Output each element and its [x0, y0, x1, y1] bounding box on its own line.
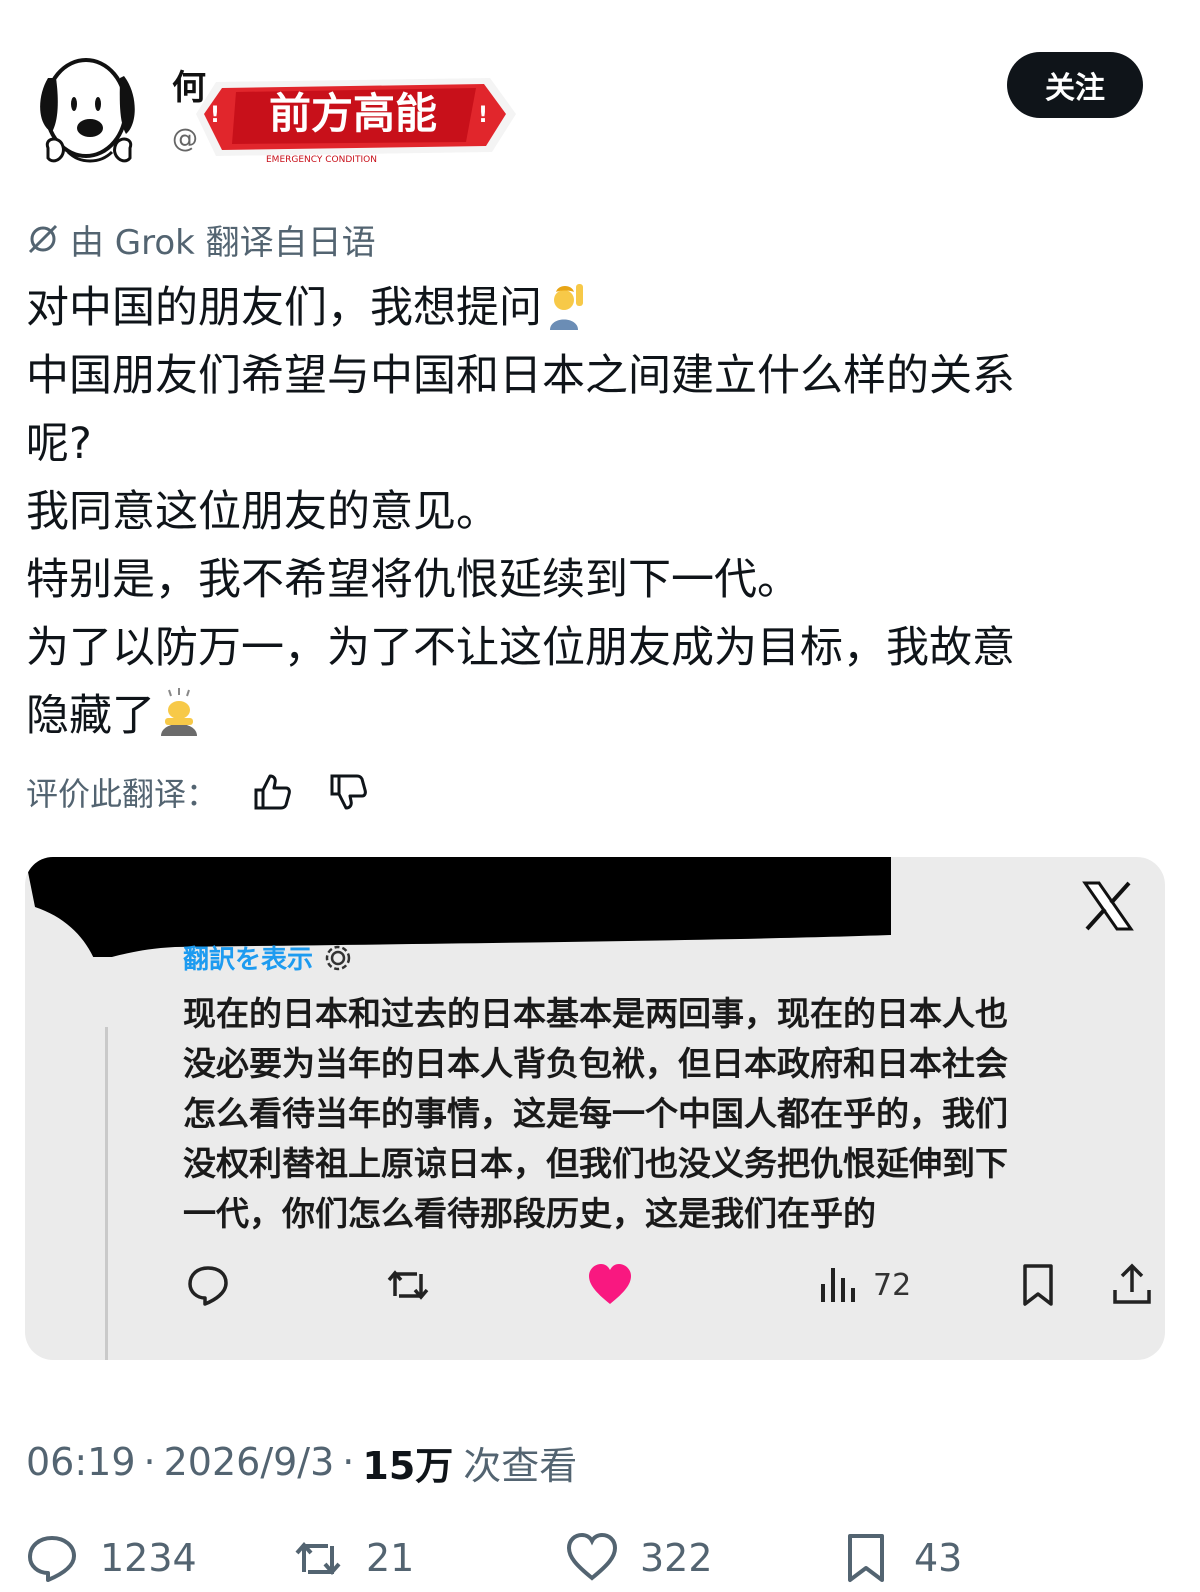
grok-icon: [28, 224, 58, 254]
views-count: 15万: [362, 1443, 454, 1488]
tweet-line: 特别是，我不希望将仇恨延续到下一代。: [26, 555, 800, 605]
gear-icon[interactable]: [323, 943, 353, 973]
reply-count: 1234: [100, 1536, 197, 1580]
quoted-reply-button[interactable]: [185, 1253, 231, 1317]
tweet-line: 为了以防万一，为了不让这位朋友成为目标，我故意: [26, 623, 1015, 673]
thumbs-up-icon[interactable]: [250, 770, 294, 814]
views-label: 次查看: [463, 1443, 578, 1488]
repost-icon: [387, 1270, 429, 1300]
translated-by-text: 由 Grok 翻译自日语: [70, 222, 376, 263]
tweet-line: 我同意这位朋友的意见。: [26, 487, 499, 537]
quoted-line: 一代，你们怎么看待那段历史，这是我们在乎的: [183, 1194, 876, 1233]
quoted-share-button[interactable]: [1109, 1253, 1155, 1317]
tweet-line: 对中国的朋友们，我想提问: [26, 274, 1176, 342]
rate-translation-row: 评价此翻译：: [26, 764, 370, 820]
quoted-text: 现在的日本和过去的日本基本是两回事，现在的日本人也 没必要为当年的日本人背负包袱…: [183, 989, 1143, 1239]
quoted-views-count: 72: [873, 1267, 912, 1303]
translated-by-line[interactable]: 由 Grok 翻译自日语: [26, 215, 376, 263]
svg-text:!: !: [210, 103, 220, 128]
rate-label: 评价此翻译：: [26, 775, 219, 813]
quoted-line: 怎么看待当年的事情，这是每一个中国人都在乎的，我们: [183, 1094, 1008, 1133]
quoted-line: 现在的日本和过去的日本基本是两回事，现在的日本人也: [183, 994, 1008, 1033]
tweet-line: 中国朋友们希望与中国和日本之间建立什么样的关系: [26, 351, 1015, 401]
sticker-text: 前方高能: [269, 89, 437, 138]
quoted-bookmark-button[interactable]: [1015, 1253, 1061, 1317]
quoted-screenshot[interactable]: 翻訳を表示 现在的日本和过去的日本基本是两回事，现在的日本人也 没必要为当年的日…: [25, 857, 1165, 1360]
tweet-meta: 06:19 · 2026/9/3 · 15万 次查看: [26, 1432, 577, 1492]
x-logo-icon: [1082, 881, 1134, 931]
separator: ·: [342, 1440, 355, 1484]
bookmark-button[interactable]: 43: [840, 1532, 962, 1584]
bookmark-count: 43: [914, 1536, 963, 1580]
repost-icon: [295, 1541, 341, 1576]
quoted-action-bar: 72: [185, 1253, 1151, 1317]
redaction-overlay: [25, 857, 891, 957]
heart-outline-icon: [566, 1532, 618, 1581]
svg-text:!: !: [478, 103, 488, 128]
quoted-line: 没必要为当年的日本人背负包袱，但日本政府和日本社会: [183, 1044, 1008, 1083]
sticker-subtext: EMERGENCY CONDITION: [266, 155, 377, 165]
bookmark-icon: [1023, 1264, 1053, 1306]
show-translation-text: 翻訳を表示: [183, 945, 314, 975]
reply-icon: [188, 1266, 228, 1306]
tweet-date[interactable]: 2026/9/3: [164, 1440, 335, 1484]
reply-icon: [28, 1536, 76, 1582]
tweet-action-bar: 1234 21 322 43: [26, 1532, 1176, 1592]
show-translation-link[interactable]: 翻訳を表示: [183, 939, 353, 976]
repost-button[interactable]: 21: [292, 1532, 414, 1584]
tweet-line: 呢?: [26, 419, 92, 469]
like-count: 322: [640, 1536, 713, 1580]
heart-icon: [589, 1264, 631, 1304]
thumbs-down-icon[interactable]: [326, 770, 370, 814]
bookmark-icon: [848, 1534, 884, 1582]
share-icon: [1113, 1263, 1151, 1304]
follow-button[interactable]: 关注: [1007, 52, 1143, 118]
tweet-text: 对中国的朋友们，我想提问 中国朋友们希望与中国和日本之间建立什么样的关系 呢? …: [26, 274, 1176, 750]
person-raising-hand-icon: [550, 284, 583, 330]
repost-count: 21: [366, 1536, 415, 1580]
person-bowing-icon: [161, 688, 197, 736]
thread-line: [105, 1027, 108, 1360]
quoted-like-button[interactable]: [587, 1253, 633, 1317]
sticker-overlay: ! ! 前方高能 EMERGENCY CONDITION: [196, 78, 516, 165]
tweet-line: 隐藏了: [26, 682, 1176, 750]
like-button[interactable]: 322: [566, 1532, 713, 1584]
tweet-time[interactable]: 06:19: [26, 1440, 136, 1484]
quoted-repost-button[interactable]: [385, 1253, 431, 1317]
views-chart-icon: [821, 1268, 855, 1302]
reply-button[interactable]: 1234: [26, 1532, 197, 1584]
quoted-line: 没权利替祖上原谅日本，但我们也没义务把仇恨延伸到下: [183, 1144, 1008, 1183]
quoted-views-button[interactable]: 72: [815, 1253, 911, 1317]
separator: ·: [143, 1440, 156, 1484]
avatar[interactable]: [34, 48, 144, 170]
